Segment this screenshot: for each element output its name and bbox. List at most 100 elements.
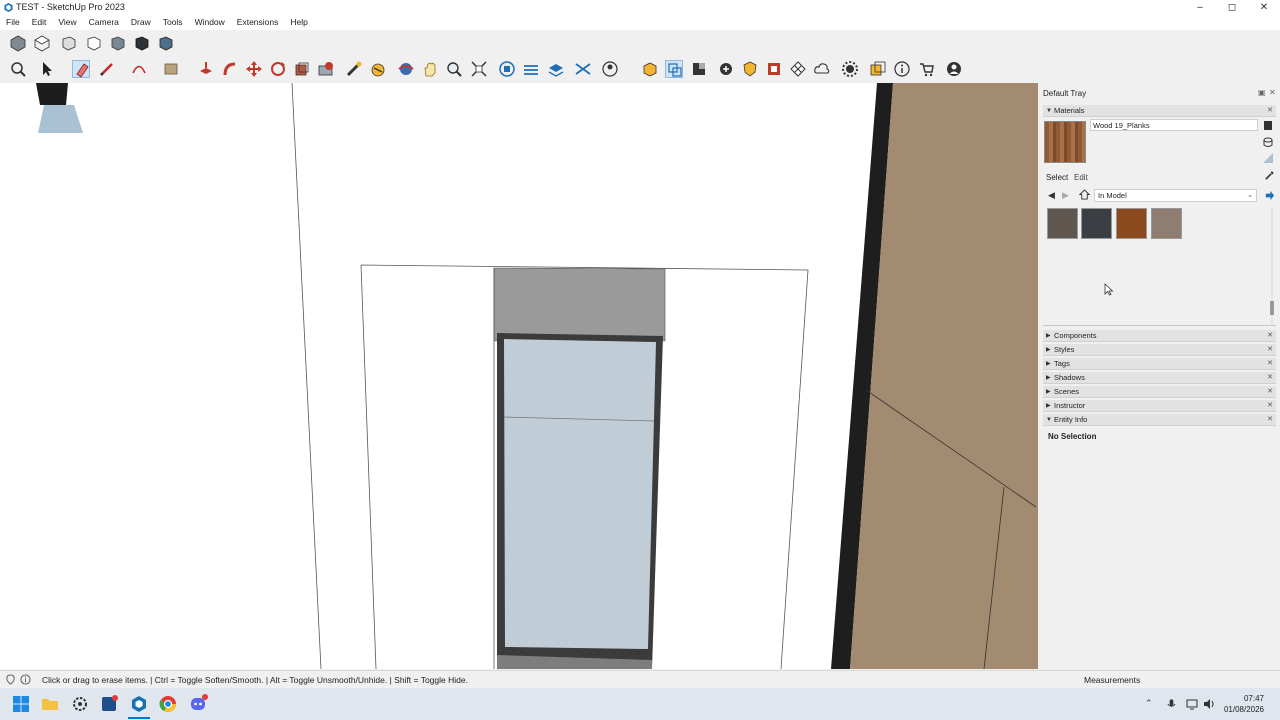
right-view-icon[interactable] <box>85 34 103 52</box>
eraser-tool-icon[interactable] <box>72 60 90 78</box>
components-toggle-icon[interactable] <box>665 60 683 78</box>
taskbar-app-icon[interactable] <box>99 694 119 714</box>
geo-location-icon[interactable] <box>5 674 16 685</box>
iso-view-icon[interactable] <box>9 34 27 52</box>
scenes-panel-header[interactable]: ▶ Scenes ✕ <box>1043 386 1276 398</box>
panel-close-icon[interactable]: ✕ <box>1267 386 1273 398</box>
collection-select[interactable]: In Model ⌄ <box>1094 189 1257 202</box>
pencil-line-tool-icon[interactable] <box>98 60 116 78</box>
discord-icon[interactable] <box>188 694 208 714</box>
arc-tool-icon[interactable] <box>130 60 148 78</box>
menu-extensions[interactable]: Extensions <box>231 15 285 30</box>
home-icon[interactable] <box>1079 189 1090 200</box>
scale-tool-icon[interactable] <box>293 60 311 78</box>
layout-icon[interactable] <box>765 60 783 78</box>
cart-icon[interactable] <box>918 60 936 78</box>
tray-chevron-up-icon[interactable]: ⌃ <box>1145 698 1153 709</box>
tape-measure-tool-icon[interactable] <box>345 60 363 78</box>
close-tray-icon[interactable]: ✕ <box>1269 88 1276 97</box>
maximize-button[interactable]: ◻ <box>1216 0 1248 15</box>
menu-camera[interactable]: Camera <box>83 15 125 30</box>
windows-start-icon[interactable] <box>11 694 31 714</box>
rotate-tool-icon[interactable] <box>269 60 287 78</box>
panel-close-icon[interactable]: ✕ <box>1267 358 1273 370</box>
minimize-button[interactable]: – <box>1184 0 1216 15</box>
paint-bucket-tool-icon[interactable] <box>369 60 387 78</box>
default-material-icon[interactable] <box>1262 152 1274 164</box>
panel-close-icon[interactable]: ✕ <box>1267 400 1273 412</box>
menu-edit[interactable]: Edit <box>26 15 53 30</box>
move-tool-icon[interactable] <box>245 60 263 78</box>
cloud-upload-icon[interactable] <box>813 60 831 78</box>
settings-gear-icon[interactable] <box>70 694 90 714</box>
scene-tabs-icon[interactable] <box>869 60 887 78</box>
tab-edit[interactable]: Edit <box>1074 173 1088 182</box>
menu-file[interactable]: File <box>0 15 26 30</box>
material-swatch-4[interactable] <box>1151 208 1182 239</box>
info-circle-icon[interactable] <box>20 674 31 685</box>
add-location-icon[interactable] <box>717 60 735 78</box>
checker-pattern-icon[interactable] <box>789 60 807 78</box>
shadows-panel-header[interactable]: ▶ Shadows ✕ <box>1043 372 1276 384</box>
info-icon[interactable] <box>893 60 911 78</box>
components-panel-header[interactable]: ▶ Components ✕ <box>1043 330 1276 342</box>
eyedropper-icon[interactable] <box>1264 170 1275 181</box>
display-section-icon[interactable] <box>574 60 592 78</box>
instructor-panel-header[interactable]: ▶ Instructor ✕ <box>1043 400 1276 412</box>
pin-icon[interactable]: ▣ <box>1258 88 1266 97</box>
orbit-tool-icon[interactable] <box>397 60 415 78</box>
push-pull-tool-icon[interactable] <box>197 60 215 78</box>
model-viewport[interactable] <box>0 83 1038 669</box>
pan-tool-icon[interactable] <box>421 60 439 78</box>
menu-draw[interactable]: Draw <box>125 15 157 30</box>
display-secondary-icon[interactable] <box>1262 119 1274 131</box>
front-view-icon[interactable] <box>60 34 78 52</box>
extension-warehouse-icon[interactable] <box>690 60 708 78</box>
section-plane-icon[interactable] <box>498 60 516 78</box>
offset-tool-icon[interactable] <box>317 60 335 78</box>
menu-tools[interactable]: Tools <box>157 15 189 30</box>
chrome-icon[interactable] <box>158 694 178 714</box>
shape-rectangle-tool-icon[interactable] <box>162 60 180 78</box>
bottom-view-icon[interactable] <box>157 34 175 52</box>
swatch-scrollbar-thumb[interactable] <box>1270 301 1274 315</box>
back-arrow-icon[interactable]: ◀ <box>1048 190 1055 201</box>
taskbar-clock[interactable]: 07:47 01/08/2026 <box>1224 693 1264 715</box>
panel-close-icon[interactable]: ✕ <box>1267 344 1273 356</box>
menu-window[interactable]: Window <box>189 15 231 30</box>
panel-close-icon[interactable]: ✕ <box>1267 330 1273 342</box>
create-material-icon[interactable] <box>1262 136 1274 148</box>
back-view-icon[interactable] <box>109 34 127 52</box>
zoom-extents-arrows-icon[interactable] <box>470 60 488 78</box>
file-explorer-icon[interactable] <box>40 694 60 714</box>
user-profile-icon[interactable] <box>945 60 963 78</box>
entity-info-panel-header[interactable]: ▼ Entity Info ✕ <box>1043 414 1276 426</box>
network-icon[interactable] <box>1186 698 1198 710</box>
zoom-tool-icon[interactable] <box>445 60 463 78</box>
material-swatch-2[interactable] <box>1081 208 1112 239</box>
extension-manager-icon[interactable] <box>841 60 859 78</box>
shield-icon[interactable] <box>741 60 759 78</box>
tab-select[interactable]: Select <box>1046 173 1068 182</box>
material-name-field[interactable]: Wood 19_Planks <box>1090 119 1258 131</box>
material-swatch-1[interactable] <box>1047 208 1078 239</box>
select-tool-icon[interactable] <box>37 60 55 78</box>
3d-warehouse-icon[interactable] <box>641 60 659 78</box>
volume-icon[interactable] <box>1203 698 1215 710</box>
materials-panel-header[interactable]: ▼ Materials ✕ <box>1043 105 1276 117</box>
panel-close-icon[interactable]: ✕ <box>1267 414 1273 426</box>
menu-help[interactable]: Help <box>284 15 313 30</box>
material-swatch-3[interactable] <box>1116 208 1147 239</box>
account-icon[interactable] <box>601 60 619 78</box>
close-button[interactable]: ✕ <box>1248 0 1280 15</box>
microphone-icon[interactable] <box>1166 698 1177 710</box>
left-view-icon[interactable] <box>133 34 151 52</box>
details-arrow-icon[interactable] <box>1264 190 1275 201</box>
menu-view[interactable]: View <box>52 15 82 30</box>
follow-me-tool-icon[interactable] <box>221 60 239 78</box>
styles-panel-header[interactable]: ▶ Styles ✕ <box>1043 344 1276 356</box>
forward-arrow-icon[interactable]: ▶ <box>1062 190 1069 201</box>
top-view-icon[interactable] <box>33 34 51 52</box>
tags-panel-header[interactable]: ▶ Tags ✕ <box>1043 358 1276 370</box>
sketchup-taskbar-icon[interactable] <box>129 694 149 714</box>
